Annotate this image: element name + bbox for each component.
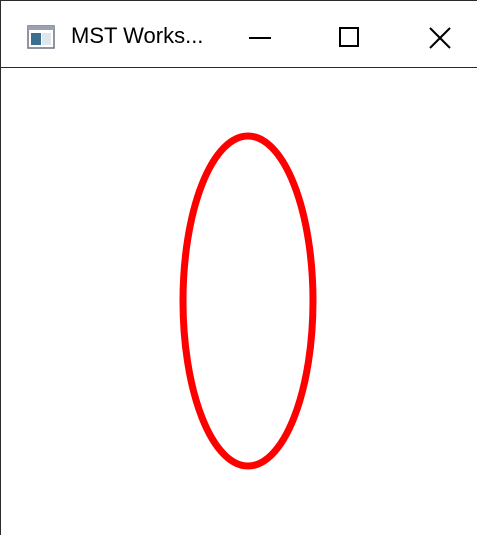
drawing-canvas[interactable]	[1, 68, 477, 535]
minimize-button[interactable]	[215, 1, 305, 67]
maximize-button[interactable]	[305, 1, 395, 67]
app-window-icon	[27, 25, 55, 49]
window-title: MST Works...	[71, 23, 204, 48]
title-bar[interactable]: MST Works...	[1, 1, 477, 68]
close-icon	[429, 27, 451, 49]
minimize-icon	[249, 37, 271, 39]
maximize-icon	[339, 27, 359, 47]
close-button[interactable]	[395, 1, 477, 67]
app-window: MST Works...	[0, 0, 477, 535]
red-ellipse	[179, 132, 317, 470]
canvas-svg	[179, 132, 317, 470]
